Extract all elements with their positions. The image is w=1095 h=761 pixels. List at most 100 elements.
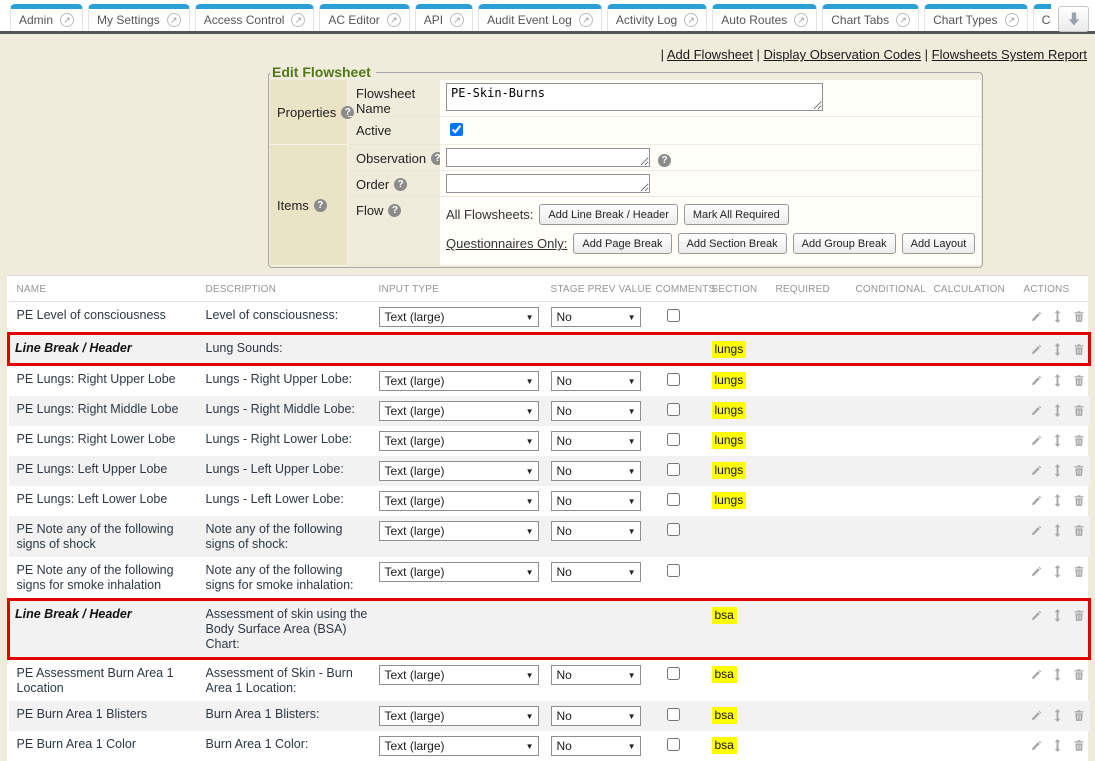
help-icon[interactable]: ? [658, 154, 671, 167]
comments-checkbox[interactable] [667, 373, 680, 386]
help-icon[interactable]: ? [314, 199, 327, 212]
comments-checkbox[interactable] [667, 564, 680, 577]
move-updown-icon[interactable] [1052, 709, 1063, 722]
stage-prev-value-select[interactable]: No ▼ [551, 491, 641, 511]
delete-trash-icon[interactable] [1073, 404, 1085, 417]
edit-pencil-icon[interactable] [1030, 465, 1042, 477]
stage-prev-value-select[interactable]: No ▼ [551, 431, 641, 451]
delete-trash-icon[interactable] [1073, 494, 1085, 507]
nav-tab[interactable]: API ↗ [415, 4, 473, 31]
edit-pencil-icon[interactable] [1030, 610, 1042, 622]
stage-prev-value-select[interactable]: No ▼ [551, 736, 641, 756]
stage-prev-value-select[interactable]: No ▼ [551, 461, 641, 481]
move-updown-icon[interactable] [1052, 434, 1063, 447]
help-icon[interactable]: ? [388, 204, 401, 217]
delete-trash-icon[interactable] [1073, 565, 1085, 578]
nav-tab[interactable]: Activity Log ↗ [607, 4, 707, 31]
delete-trash-icon[interactable] [1073, 310, 1085, 323]
delete-trash-icon[interactable] [1073, 709, 1085, 722]
input-type-select[interactable]: Text (large) ▼ [379, 562, 539, 582]
comments-checkbox[interactable] [667, 463, 680, 476]
order-input[interactable] [446, 174, 650, 193]
move-updown-icon[interactable] [1052, 609, 1063, 622]
stage-prev-value-select[interactable]: No ▼ [551, 562, 641, 582]
flow-button[interactable]: Add Page Break [573, 233, 671, 254]
edit-pencil-icon[interactable] [1030, 375, 1042, 387]
nav-tab[interactable]: Chart Tabs ↗ [822, 4, 919, 31]
move-updown-icon[interactable] [1052, 310, 1063, 323]
input-type-select[interactable]: Text (large) ▼ [379, 491, 539, 511]
input-type-select[interactable]: Text (large) ▼ [379, 431, 539, 451]
flow-button[interactable]: Add Layout [902, 233, 976, 254]
delete-trash-icon[interactable] [1073, 343, 1085, 356]
nav-tab[interactable]: Audit Event Log ↗ [478, 4, 602, 31]
input-type-select[interactable]: Text (large) ▼ [379, 307, 539, 327]
move-updown-icon[interactable] [1052, 404, 1063, 417]
toolbar-link[interactable]: Add Flowsheet [667, 47, 753, 62]
flow-button[interactable]: Mark All Required [684, 204, 789, 225]
move-updown-icon[interactable] [1052, 739, 1063, 752]
move-updown-icon[interactable] [1052, 494, 1063, 507]
edit-pencil-icon[interactable] [1030, 525, 1042, 537]
comments-checkbox[interactable] [667, 433, 680, 446]
comments-checkbox[interactable] [667, 523, 680, 536]
input-type-select[interactable]: Text (large) ▼ [379, 401, 539, 421]
move-updown-icon[interactable] [1052, 374, 1063, 387]
active-checkbox[interactable] [450, 123, 463, 136]
delete-trash-icon[interactable] [1073, 374, 1085, 387]
delete-trash-icon[interactable] [1073, 739, 1085, 752]
nav-tab[interactable]: Colors ↗ [1033, 4, 1051, 31]
nav-tab[interactable]: AC Editor ↗ [319, 4, 409, 31]
flow-button[interactable]: Add Line Break / Header [539, 204, 677, 225]
move-updown-icon[interactable] [1052, 565, 1063, 578]
input-type-select[interactable]: Text (large) ▼ [379, 736, 539, 756]
tab-overflow-button[interactable] [1058, 6, 1089, 32]
input-type-select[interactable]: Text (large) ▼ [379, 521, 539, 541]
nav-tab[interactable]: Access Control ↗ [195, 4, 315, 31]
toolbar-link[interactable]: Flowsheets System Report [932, 47, 1087, 62]
flow-button[interactable]: Add Section Break [678, 233, 787, 254]
edit-pencil-icon[interactable] [1030, 405, 1042, 417]
edit-pencil-icon[interactable] [1030, 669, 1042, 681]
comments-checkbox[interactable] [667, 403, 680, 416]
observation-input[interactable] [446, 148, 650, 167]
input-type-select[interactable]: Text (large) ▼ [379, 461, 539, 481]
comments-checkbox[interactable] [667, 738, 680, 751]
stage-prev-value-select[interactable]: No ▼ [551, 371, 641, 391]
nav-tab[interactable]: Admin ↗ [10, 4, 83, 31]
input-type-select[interactable]: Text (large) ▼ [379, 706, 539, 726]
delete-trash-icon[interactable] [1073, 609, 1085, 622]
move-updown-icon[interactable] [1052, 464, 1063, 477]
edit-pencil-icon[interactable] [1030, 344, 1042, 356]
edit-pencil-icon[interactable] [1030, 740, 1042, 752]
comments-checkbox[interactable] [667, 667, 680, 680]
stage-prev-value-select[interactable]: No ▼ [551, 401, 641, 421]
flow-button[interactable]: Add Group Break [793, 233, 896, 254]
nav-tab[interactable]: Chart Types ↗ [924, 4, 1027, 31]
comments-checkbox[interactable] [667, 708, 680, 721]
move-updown-icon[interactable] [1052, 668, 1063, 681]
edit-pencil-icon[interactable] [1030, 566, 1042, 578]
input-type-select[interactable]: Text (large) ▼ [379, 371, 539, 391]
edit-pencil-icon[interactable] [1030, 710, 1042, 722]
comments-checkbox[interactable] [667, 309, 680, 322]
stage-prev-value-select[interactable]: No ▼ [551, 665, 641, 685]
nav-tab[interactable]: My Settings ↗ [88, 4, 190, 31]
edit-pencil-icon[interactable] [1030, 311, 1042, 323]
move-updown-icon[interactable] [1052, 524, 1063, 537]
stage-prev-value-select[interactable]: No ▼ [551, 706, 641, 726]
comments-checkbox[interactable] [667, 493, 680, 506]
edit-pencil-icon[interactable] [1030, 495, 1042, 507]
delete-trash-icon[interactable] [1073, 434, 1085, 447]
flowsheet-name-input[interactable]: PE-Skin-Burns [446, 83, 823, 111]
edit-pencil-icon[interactable] [1030, 435, 1042, 447]
nav-tab[interactable]: Auto Routes ↗ [712, 4, 817, 31]
stage-prev-value-select[interactable]: No ▼ [551, 307, 641, 327]
delete-trash-icon[interactable] [1073, 464, 1085, 477]
toolbar-link[interactable]: Display Observation Codes [764, 47, 922, 62]
stage-prev-value-select[interactable]: No ▼ [551, 521, 641, 541]
delete-trash-icon[interactable] [1073, 524, 1085, 537]
help-icon[interactable]: ? [394, 178, 407, 191]
input-type-select[interactable]: Text (large) ▼ [379, 665, 539, 685]
move-updown-icon[interactable] [1052, 343, 1063, 356]
